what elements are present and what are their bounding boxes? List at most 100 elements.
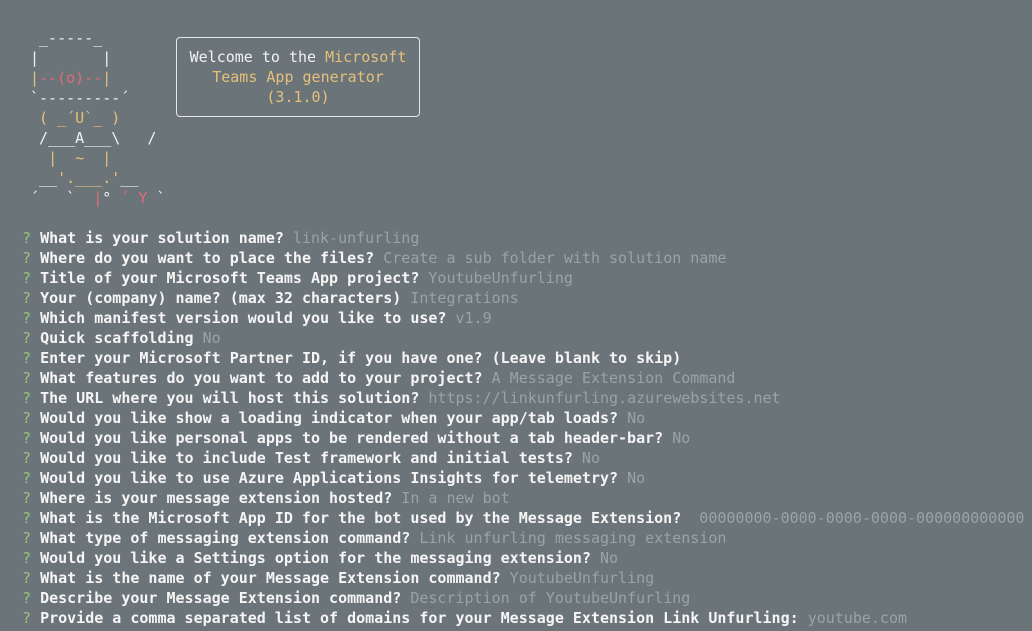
art-segment: --(o)-- — [39, 69, 103, 87]
question-mark-icon: ? — [22, 569, 32, 587]
prompt-answer: Create a sub folder with solution name — [383, 249, 727, 267]
question-mark-icon: ? — [22, 269, 32, 287]
welcome-prefix: Welcome to the — [189, 48, 326, 66]
question-mark-icon: ? — [22, 549, 32, 567]
prompt-answer: Integrations — [410, 289, 519, 307]
prompt-question: Your (company) name? (max 32 characters) — [40, 289, 402, 307]
art-segment: | ~ | — [48, 149, 112, 167]
prompt-answer: Description of YoutubeUnfurling — [410, 589, 691, 607]
question-mark-icon: ? — [22, 489, 32, 507]
art-segment: | — [102, 69, 112, 87]
art-segment: ° — [102, 189, 121, 207]
question-mark-icon: ? — [22, 329, 32, 347]
prompt-line: ? Where do you want to place the files? … — [22, 248, 1032, 268]
prompt-question: Provide a comma separated list of domain… — [40, 609, 799, 627]
prompt-line: ? Enter your Microsoft Partner ID, if yo… — [22, 348, 1032, 368]
question-mark-icon: ? — [22, 389, 32, 407]
art-segment: | — [30, 69, 40, 87]
prompt-answer: 00000000-0000-0000-0000-000000000000 — [690, 509, 1025, 527]
prompt-answer: In a new bot — [401, 489, 510, 507]
prompt-question: Enter your Microsoft Partner ID, if you … — [40, 349, 682, 367]
prompt-question: Would you like show a loading indicator … — [40, 409, 619, 427]
art-segment: __ — [30, 169, 58, 187]
prompt-answer: No — [599, 549, 619, 567]
prompt-line: ? What type of messaging extension comma… — [22, 528, 1032, 548]
prompt-question: What type of messaging extension command… — [40, 529, 411, 547]
prompt-answer: Link unfurling messaging extension — [419, 529, 727, 547]
terminal-window: _-----_ | | |--(o)--| `---------´ ( _´U`… — [0, 0, 1032, 631]
art-segment: ( — [30, 109, 58, 127]
art-line: _-----_ — [30, 29, 103, 47]
prompt-line: ? Title of your Microsoft Teams App proj… — [22, 268, 1032, 288]
prompt-line: ? What features do you want to add to yo… — [22, 368, 1032, 388]
question-mark-icon: ? — [22, 309, 32, 327]
prompt-question: Quick scaffolding — [40, 329, 194, 347]
question-mark-icon: ? — [22, 609, 32, 627]
prompt-line: ? What is the Microsoft App ID for the b… — [22, 508, 1032, 528]
prompt-line: ? Which manifest version would you like … — [22, 308, 1032, 328]
prompt-question: Where do you want to place the files? — [40, 249, 375, 267]
art-segment: _´U`_ — [57, 109, 103, 127]
prompt-answer: No — [627, 409, 646, 427]
art-segment: ) — [102, 109, 121, 127]
prompt-line: ? Quick scaffolding No — [22, 328, 1032, 348]
prompt-line: ? Would you like to use Azure Applicatio… — [22, 468, 1032, 488]
prompt-answer: link-unfurling — [292, 229, 420, 247]
question-mark-icon: ? — [22, 349, 32, 367]
art-line: /___A___\ / — [30, 129, 157, 147]
question-mark-icon: ? — [22, 289, 32, 307]
yeoman-ascii-art: _-----_ | | |--(o)--| `---------´ ( _´U`… — [30, 28, 165, 208]
prompt-line: ? Would you like show a loading indicato… — [22, 408, 1032, 428]
prompt-line: ? Where is your message extension hosted… — [22, 488, 1032, 508]
prompt-question: Would you like to include Test framework… — [40, 449, 573, 467]
art-line: `---------´ — [30, 89, 130, 107]
welcome-banner: Welcome to the Microsoft Teams App gener… — [176, 37, 420, 117]
prompt-answer: https://linkunfurling.azurewebsites.net — [428, 389, 781, 407]
prompt-answer: YoutubeUnfurling — [428, 269, 573, 287]
prompt-question: What is the Microsoft App ID for the bot… — [40, 509, 682, 527]
prompt-answer: YoutubeUnfurling — [509, 569, 655, 587]
art-segment: __ — [120, 169, 139, 187]
prompt-answer: A Message Extension Command — [491, 369, 736, 387]
prompt-list: ? What is your solution name? link-unfur… — [22, 228, 1032, 628]
prompt-line: ? What is the name of your Message Exten… — [22, 568, 1032, 588]
welcome-line-1: Welcome to the Microsoft — [177, 47, 419, 67]
prompt-question: Where is your message extension hosted? — [40, 489, 393, 507]
welcome-version: (3.1.0) — [266, 88, 330, 106]
prompt-line: ? Would you like to include Test framewo… — [22, 448, 1032, 468]
art-segment: ´ ` — [30, 189, 94, 207]
question-mark-icon: ? — [22, 529, 32, 547]
prompt-line: ? The URL where you will host this solut… — [22, 388, 1032, 408]
prompt-question: Would you like to use Azure Applications… — [40, 469, 619, 487]
prompt-line: ? Your (company) name? (max 32 character… — [22, 288, 1032, 308]
art-segment: ` — [147, 189, 166, 207]
prompt-answer: No — [672, 429, 691, 447]
prompt-question: What is your solution name? — [40, 229, 284, 247]
prompt-answer: No — [627, 469, 646, 487]
question-mark-icon: ? — [22, 409, 32, 427]
prompt-answer: v1.9 — [455, 309, 492, 327]
art-segment: ´ Y — [120, 189, 148, 207]
prompt-line: ? Describe your Message Extension comman… — [22, 588, 1032, 608]
welcome-line-2: Teams App generator — [212, 68, 384, 86]
art-segment: | — [93, 189, 103, 207]
question-mark-icon: ? — [22, 509, 32, 527]
prompt-question: What is the name of your Message Extensi… — [40, 569, 501, 587]
question-mark-icon: ? — [22, 229, 32, 247]
prompt-answer: No — [581, 449, 600, 467]
prompt-question: Which manifest version would you like to… — [40, 309, 447, 327]
prompt-line: ? Would you like a Settings option for t… — [22, 548, 1032, 568]
welcome-highlight: Microsoft — [325, 48, 407, 66]
prompt-line: ? Provide a comma separated list of doma… — [22, 608, 1032, 628]
prompt-line: ? Would you like personal apps to be ren… — [22, 428, 1032, 448]
prompt-question: Describe your Message Extension command? — [40, 589, 402, 607]
prompt-question: Would you like a Settings option for the… — [40, 549, 591, 567]
question-mark-icon: ? — [22, 369, 32, 387]
question-mark-icon: ? — [22, 449, 32, 467]
question-mark-icon: ? — [22, 429, 32, 447]
art-segment: '.___.' — [57, 169, 121, 187]
art-segment — [30, 149, 48, 167]
prompt-question: The URL where you will host this solutio… — [40, 389, 420, 407]
question-mark-icon: ? — [22, 469, 32, 487]
prompt-answer: youtube.com — [807, 609, 908, 627]
